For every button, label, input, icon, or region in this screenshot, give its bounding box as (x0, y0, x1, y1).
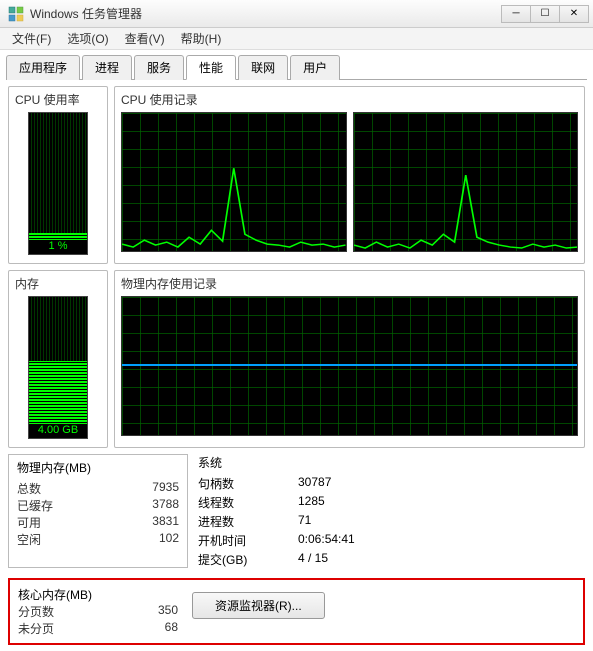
memory-gauge (28, 296, 88, 426)
app-icon (8, 6, 24, 22)
mem-history-title: 物理内存使用记录 (121, 275, 578, 292)
kernel-paged-value: 350 (130, 603, 178, 620)
memory-panel: 内存 4.00 GB (8, 270, 108, 448)
window-title: Windows 任务管理器 (30, 5, 142, 22)
menu-file[interactable]: 文件(F) (4, 28, 59, 49)
menu-view[interactable]: 查看(V) (117, 28, 173, 49)
content-area: CPU 使用率 1 % CPU 使用记录 (0, 80, 593, 651)
phys-total-value: 7935 (131, 480, 179, 497)
resource-monitor-button[interactable]: 资源监视器(R)... (192, 592, 325, 619)
cpu-chart-2 (353, 112, 579, 252)
sys-threads-value: 1285 (298, 494, 585, 511)
phys-free-value: 102 (131, 531, 179, 548)
phys-avail-value: 3831 (131, 514, 179, 531)
tab-applications[interactable]: 应用程序 (6, 55, 80, 80)
kernel-mem-panel: 核心内存(MB) 分页数 350 未分页 68 (18, 586, 178, 637)
cpu-usage-value: 1 % (28, 240, 88, 255)
mem-history-panel: 物理内存使用记录 (114, 270, 585, 448)
tab-strip: 应用程序 进程 服务 性能 联网 用户 (6, 54, 587, 80)
sys-handles-value: 30787 (298, 475, 585, 492)
cpu-history-title: CPU 使用记录 (121, 91, 578, 108)
kernel-paged-label: 分页数 (18, 603, 66, 620)
phys-mem-panel: 物理内存(MB) 总数 7935 已缓存 3788 可用 3831 空闲 102 (8, 454, 188, 568)
phys-cached-value: 3788 (131, 497, 179, 514)
phys-cached-label: 已缓存 (17, 497, 65, 514)
cpu-gauge (28, 112, 88, 242)
menu-help[interactable]: 帮助(H) (173, 28, 230, 49)
minimize-button[interactable]: ─ (501, 5, 531, 23)
tab-networking[interactable]: 联网 (238, 55, 288, 80)
cpu-chart-1 (121, 112, 347, 252)
cpu-usage-title: CPU 使用率 (15, 91, 101, 108)
memory-value: 4.00 GB (28, 424, 88, 439)
tab-users[interactable]: 用户 (290, 55, 340, 80)
tab-services[interactable]: 服务 (134, 55, 184, 80)
sys-handles-label: 句柄数 (198, 475, 268, 492)
kernel-nonpaged-label: 未分页 (18, 620, 66, 637)
phys-total-label: 总数 (17, 480, 65, 497)
sys-proc-label: 进程数 (198, 513, 268, 530)
title-bar: Windows 任务管理器 ─ ☐ ✕ (0, 0, 593, 28)
kernel-mem-title: 核心内存(MB) (18, 586, 178, 603)
kernel-nonpaged-value: 68 (130, 620, 178, 637)
close-button[interactable]: ✕ (559, 5, 589, 23)
system-title: 系统 (198, 454, 585, 471)
maximize-button[interactable]: ☐ (530, 5, 560, 23)
sys-proc-value: 71 (298, 513, 585, 530)
phys-avail-label: 可用 (17, 514, 65, 531)
phys-free-label: 空闲 (17, 531, 65, 548)
system-panel: 系统 句柄数 30787 线程数 1285 进程数 71 开机时间 0:06:54:41… (198, 454, 585, 568)
sys-uptime-value: 0:06:54:41 (298, 532, 585, 549)
cpu-history-panel: CPU 使用记录 (114, 86, 585, 264)
memory-title: 内存 (15, 275, 101, 292)
phys-mem-title: 物理内存(MB) (17, 459, 179, 476)
tab-processes[interactable]: 进程 (82, 55, 132, 80)
sys-uptime-label: 开机时间 (198, 532, 268, 549)
menu-options[interactable]: 选项(O) (59, 28, 116, 49)
highlighted-region: 核心内存(MB) 分页数 350 未分页 68 资源监视器(R)... (8, 578, 585, 645)
cpu-usage-panel: CPU 使用率 1 % (8, 86, 108, 264)
tab-performance[interactable]: 性能 (186, 55, 236, 80)
sys-threads-label: 线程数 (198, 494, 268, 511)
window-controls: ─ ☐ ✕ (502, 5, 589, 23)
mem-history-chart (121, 296, 578, 436)
menu-bar: 文件(F) 选项(O) 查看(V) 帮助(H) (0, 28, 593, 50)
